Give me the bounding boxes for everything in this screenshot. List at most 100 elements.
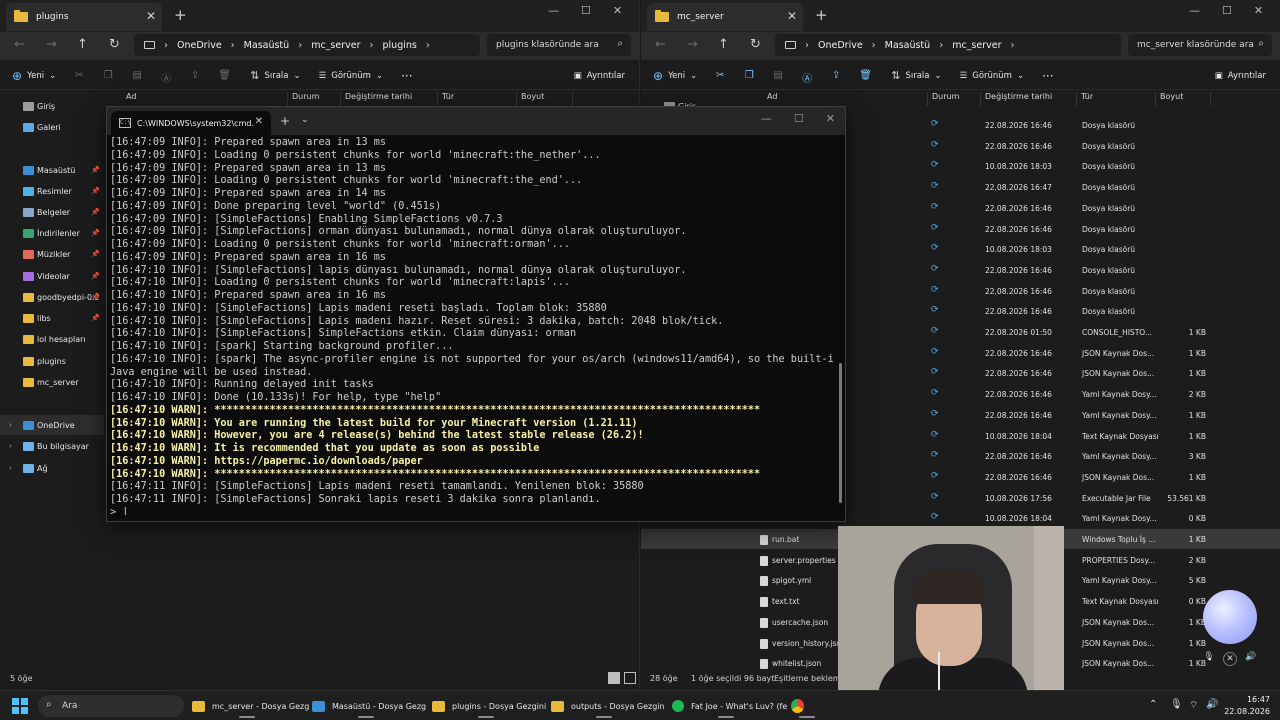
sidebar-item-plugins[interactable]: plugins [0,351,104,371]
column-divider[interactable] [1155,92,1156,106]
paste-icon[interactable]: ▤ [772,70,784,82]
refresh-button[interactable]: ↻ [750,37,761,52]
console-output[interactable]: [16:47:09 INFO]: Prepared spawn area in … [110,137,833,515]
assistant-orb[interactable] [1203,590,1257,644]
minimize-button[interactable]: — [1189,4,1200,17]
rename-icon[interactable]: Ⓐ [160,70,172,85]
column-divider[interactable] [1210,92,1211,106]
close-icon[interactable]: ✕ [787,9,797,23]
more-options-icon[interactable]: ··· [1042,69,1053,83]
breadcrumb-item[interactable]: mc_server [311,40,360,51]
chevron-right-icon[interactable]: › [426,40,430,51]
close-button[interactable]: ✕ [613,4,622,17]
column-divider[interactable] [437,92,438,106]
sidebar-item-videos[interactable]: Videolar 📌 [0,266,104,286]
column-divider[interactable] [980,92,981,106]
view-button[interactable]: ☰ Görünüm ⌄ [319,71,383,81]
forward-button[interactable]: → [46,37,57,52]
sort-button[interactable]: ⇅ Sırala ⌄ [250,69,300,82]
minimize-button[interactable]: — [761,112,772,125]
refresh-button[interactable]: ↻ [109,37,120,52]
chevron-right-icon[interactable]: › [231,40,235,51]
column-divider[interactable] [1076,92,1077,106]
tab-plugins[interactable]: plugins ✕ [6,3,162,31]
sidebar-item-lol-accounts[interactable]: lol hesapları [0,329,104,349]
more-options-icon[interactable]: ··· [401,69,412,83]
sidebar-item-libs[interactable]: libs 📌 [0,308,104,328]
minimize-button[interactable]: — [548,4,559,17]
taskbar-app[interactable]: Fat Joe - What's Luv? (fe [672,695,787,718]
volume-icon[interactable]: 🔊 [1206,699,1218,710]
address-bar[interactable]: › OneDrive › Masaüstü › mc_server › plugins › [134,34,480,56]
back-button[interactable]: ← [655,37,666,52]
column-status[interactable]: Durum [292,92,319,106]
chevron-right-icon[interactable]: › [298,40,302,51]
sidebar-item-desktop[interactable]: Masaüstü 📌 [0,160,104,180]
speaker-icon[interactable]: 🔊 [1244,652,1258,666]
column-name[interactable]: Ad [767,92,777,106]
microphone-icon[interactable]: 🎙 [1170,699,1183,710]
taskbar-search[interactable]: ⌕ Ara [38,695,184,717]
sidebar-item-downloads[interactable]: İndirilenler 📌 [0,223,104,243]
taskbar-app[interactable]: Masaüstü - Dosya Gezg [312,695,426,718]
close-button[interactable]: ✕ [1254,4,1263,17]
sidebar-item-music[interactable]: Müzikler 📌 [0,244,104,264]
breadcrumb-item[interactable]: plugins [383,40,417,51]
maximize-button[interactable]: ☐ [581,4,591,17]
taskbar-app[interactable]: outputs - Dosya Gezgin [551,695,665,718]
column-modified[interactable]: Değiştirme tarihi [985,92,1052,106]
copy-icon[interactable]: ❐ [102,70,114,82]
breadcrumb-item[interactable]: OneDrive [818,40,863,51]
column-modified[interactable]: Değiştirme tarihi [345,92,412,106]
column-divider[interactable] [340,92,341,106]
maximize-button[interactable]: ☐ [1222,4,1232,17]
paste-icon[interactable]: ▤ [131,70,143,82]
microphone-icon[interactable]: 🎙 [1202,652,1216,666]
close-icon[interactable]: ✕ [255,116,263,127]
sidebar-item-network[interactable]: › Ağ [0,458,104,478]
cut-icon[interactable]: ✂ [73,70,85,82]
cut-icon[interactable]: ✂ [714,70,726,82]
chevron-right-icon[interactable]: › [939,40,943,51]
show-hidden-icons[interactable]: ⌃ [1149,699,1157,710]
view-button[interactable]: ☰ Görünüm ⌄ [960,71,1024,81]
rename-icon[interactable]: Ⓐ [801,70,813,85]
chevron-down-icon[interactable]: ⌄ [301,115,309,125]
column-divider[interactable] [927,92,928,106]
new-button[interactable]: ⊕ Yeni ⌄ [12,69,56,83]
breadcrumb-item[interactable]: Masaüstü [885,40,931,51]
column-size[interactable]: Boyut [521,92,544,106]
close-icon[interactable]: ✕ [1223,652,1237,666]
sidebar-item-onedrive[interactable]: › OneDrive [0,415,104,435]
close-button[interactable]: ✕ [826,112,835,125]
maximize-button[interactable]: ☐ [794,112,804,125]
wifi-icon[interactable]: ⌔ [1189,699,1198,712]
tab-cmd[interactable]: C:\ C:\WINDOWS\system32\cmd. ✕ [111,111,271,135]
chevron-right-icon[interactable]: › [370,40,374,51]
column-divider[interactable] [287,92,288,106]
sidebar-item-home[interactable]: Giriş [0,96,104,116]
chevron-right-icon[interactable]: › [872,40,876,51]
delete-icon[interactable]: 🗑 [218,70,231,82]
search-input[interactable]: mc_server klasöründe ara ⌕ [1128,34,1272,56]
new-tab-button[interactable]: + [280,114,290,128]
column-status[interactable]: Durum [932,92,959,106]
sort-button[interactable]: ⇅ Sırala ⌄ [891,69,941,82]
up-button[interactable]: ↑ [77,37,88,52]
close-icon[interactable]: ✕ [146,9,156,23]
up-button[interactable]: ↑ [718,37,729,52]
breadcrumb-item[interactable]: OneDrive [177,40,222,51]
chevron-right-icon[interactable]: › [9,442,12,450]
back-button[interactable]: ← [14,37,25,52]
start-button[interactable] [12,698,28,714]
chevron-right-icon[interactable]: › [9,464,12,472]
sidebar-item-gallery[interactable]: Galeri [0,117,104,137]
tab-mc-server[interactable]: mc_server ✕ [647,3,803,31]
sidebar-item-goodbyedpi[interactable]: goodbyedpi-0.2 📌 [0,287,104,307]
column-divider[interactable] [516,92,517,106]
tiles-view-button[interactable] [624,672,636,684]
share-icon[interactable]: ⇪ [189,70,201,82]
sidebar-item-mc-server[interactable]: mc_server [0,372,104,392]
breadcrumb-item[interactable]: mc_server [952,40,1001,51]
chrome-icon[interactable] [791,695,815,718]
